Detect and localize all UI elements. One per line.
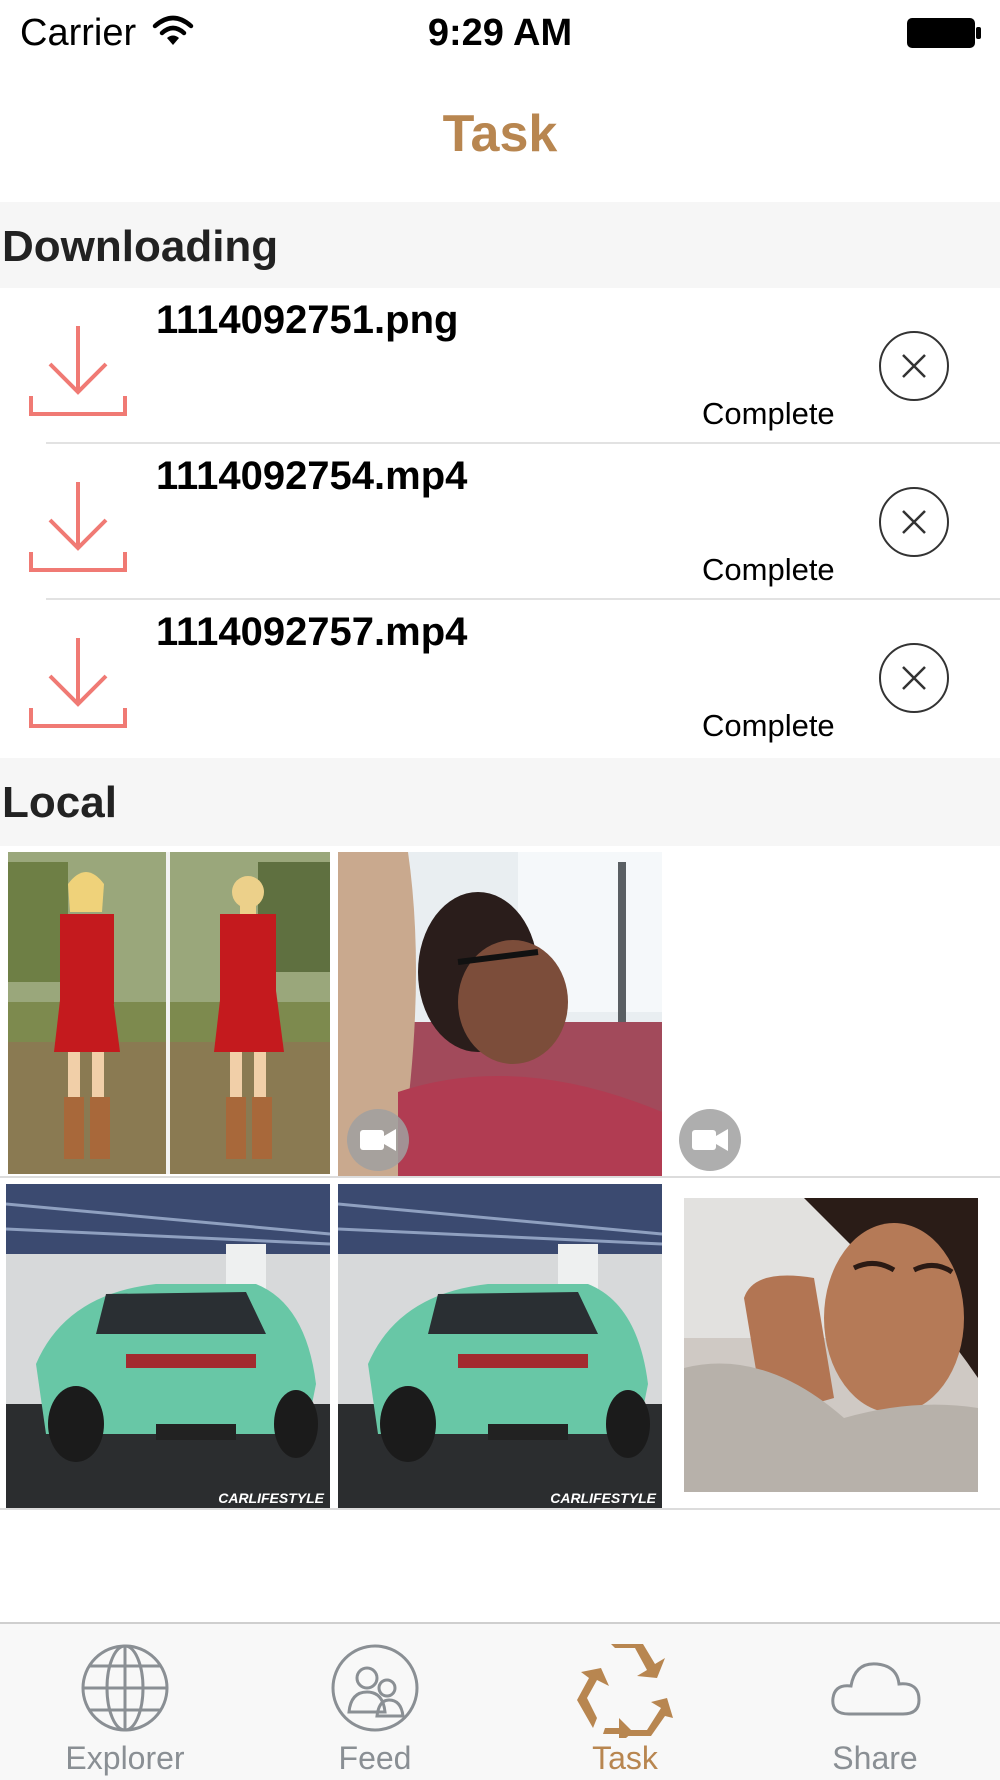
download-filename: 1114092757.mp4: [156, 610, 468, 654]
clock: 9:29 AM: [427, 12, 573, 54]
tab-share[interactable]: Share: [750, 1624, 1000, 1780]
cancel-download-icon[interactable]: [878, 642, 950, 714]
section-title: Downloading: [2, 222, 279, 271]
cancel-download-icon[interactable]: [878, 330, 950, 402]
battery-icon: [907, 18, 981, 48]
tab-label: Feed: [338, 1740, 412, 1776]
cloud-icon: [831, 1662, 921, 1716]
download-filename: 1114092751.png: [156, 298, 459, 342]
local-photo-thumbnail[interactable]: [8, 852, 330, 1174]
green-car-image: [6, 1184, 330, 1508]
status-bar: Carrier 9:29 AM: [0, 0, 1000, 68]
grid-divider: [0, 1176, 1000, 1178]
download-status: Complete: [702, 396, 835, 431]
section-title: Local: [2, 778, 117, 827]
local-video-thumbnail[interactable]: [670, 852, 992, 1176]
tab-label: Share: [832, 1740, 918, 1776]
cancel-download-icon[interactable]: [878, 486, 950, 558]
download-row[interactable]: 1114092754.mp4 Complete: [0, 444, 1000, 600]
download-row[interactable]: 1114092751.png Complete: [0, 288, 1000, 444]
tab-feed[interactable]: Feed: [250, 1624, 500, 1780]
tab-explorer[interactable]: Explorer: [0, 1624, 250, 1780]
grid-divider: [0, 1508, 1000, 1510]
woman-portrait-image: [684, 1198, 978, 1492]
local-video-thumbnail[interactable]: [338, 852, 662, 1176]
green-car-image: [338, 1184, 662, 1508]
carlifestyle-watermark: CARLIFESTYLE: [550, 1490, 656, 1506]
tab-bar: Explorer Feed Task Share: [0, 1622, 1000, 1780]
carlifestyle-watermark: CARLIFESTYLE: [218, 1490, 324, 1506]
tab-label: Task: [592, 1740, 658, 1776]
local-photo-thumbnail[interactable]: CARLIFESTYLE: [6, 1184, 330, 1508]
dress-photo-image: [8, 852, 330, 1174]
tab-label: Explorer: [65, 1740, 185, 1776]
recycle-icon: [577, 1644, 673, 1738]
download-filename: 1114092754.mp4: [156, 454, 468, 498]
globe-icon: [81, 1644, 169, 1732]
download-icon: [29, 482, 127, 572]
page-title: Task: [442, 105, 558, 163]
download-icon: [29, 638, 127, 728]
local-photo-thumbnail[interactable]: CARLIFESTYLE: [338, 1184, 662, 1508]
video-camera-icon: [347, 1109, 409, 1171]
people-icon: [331, 1644, 419, 1732]
navigation-bar: Task: [0, 68, 1000, 204]
download-icon: [29, 326, 127, 416]
section-header-local: Local: [0, 758, 1000, 846]
video-camera-icon: [679, 1109, 741, 1171]
tab-task[interactable]: Task: [500, 1624, 750, 1780]
section-header-downloading: Downloading: [0, 202, 1000, 288]
download-status: Complete: [702, 708, 835, 743]
local-photo-thumbnail[interactable]: [684, 1198, 978, 1492]
download-row[interactable]: 1114092757.mp4 Complete: [0, 600, 1000, 756]
download-status: Complete: [702, 552, 835, 587]
